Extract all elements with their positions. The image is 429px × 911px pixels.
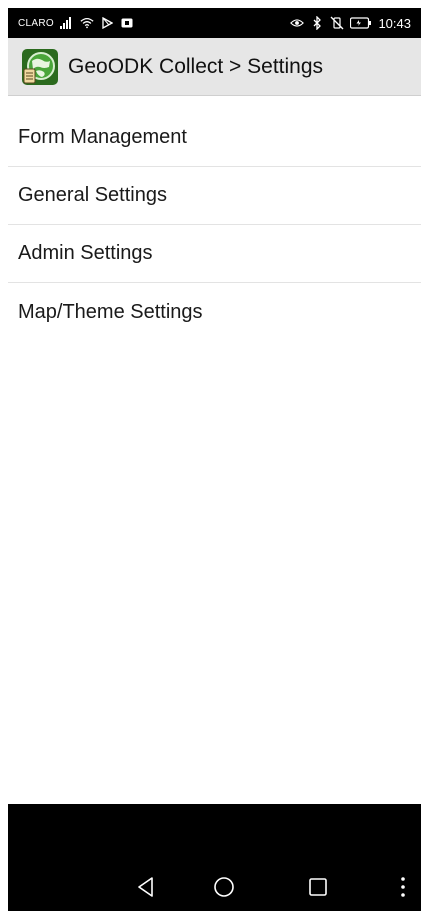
notification-icon <box>120 16 134 30</box>
eye-comfort-icon <box>290 16 305 30</box>
settings-screen: CLARO 10:43 GeoODK Collect > Settings Fo… <box>0 0 429 911</box>
wifi-icon <box>80 16 94 30</box>
status-bar: CLARO 10:43 <box>8 8 421 38</box>
settings-list: Form Management General Settings Admin S… <box>8 109 421 341</box>
navigation-bar <box>8 804 421 911</box>
settings-item-admin-settings[interactable]: Admin Settings <box>8 225 421 283</box>
settings-item-label: Admin Settings <box>18 242 153 264</box>
signal-icon <box>59 16 74 30</box>
action-bar: GeoODK Collect > Settings <box>8 38 421 96</box>
settings-item-label: Form Management <box>18 126 187 148</box>
bluetooth-icon <box>310 16 324 30</box>
play-store-icon <box>100 16 114 30</box>
page-title: GeoODK Collect > Settings <box>68 54 324 78</box>
vibrate-icon <box>330 16 344 30</box>
more-icon[interactable] <box>390 874 416 900</box>
clock: 10:43 <box>378 15 411 31</box>
settings-item-label: Map/Theme Settings <box>18 300 203 323</box>
settings-item-form-management[interactable]: Form Management <box>8 109 421 167</box>
battery-icon <box>350 16 372 30</box>
recents-icon[interactable] <box>305 874 331 900</box>
settings-item-label: General Settings <box>18 184 167 206</box>
status-left: CLARO <box>18 16 134 30</box>
settings-item-general-settings[interactable]: General Settings <box>8 167 421 225</box>
carrier-label: CLARO <box>18 17 54 29</box>
geoodk-app-icon <box>22 48 58 85</box>
back-icon[interactable] <box>133 874 159 900</box>
settings-item-map-theme-settings[interactable]: Map/Theme Settings <box>8 283 421 341</box>
home-icon[interactable] <box>211 874 237 900</box>
status-right: 10:43 <box>290 16 411 31</box>
